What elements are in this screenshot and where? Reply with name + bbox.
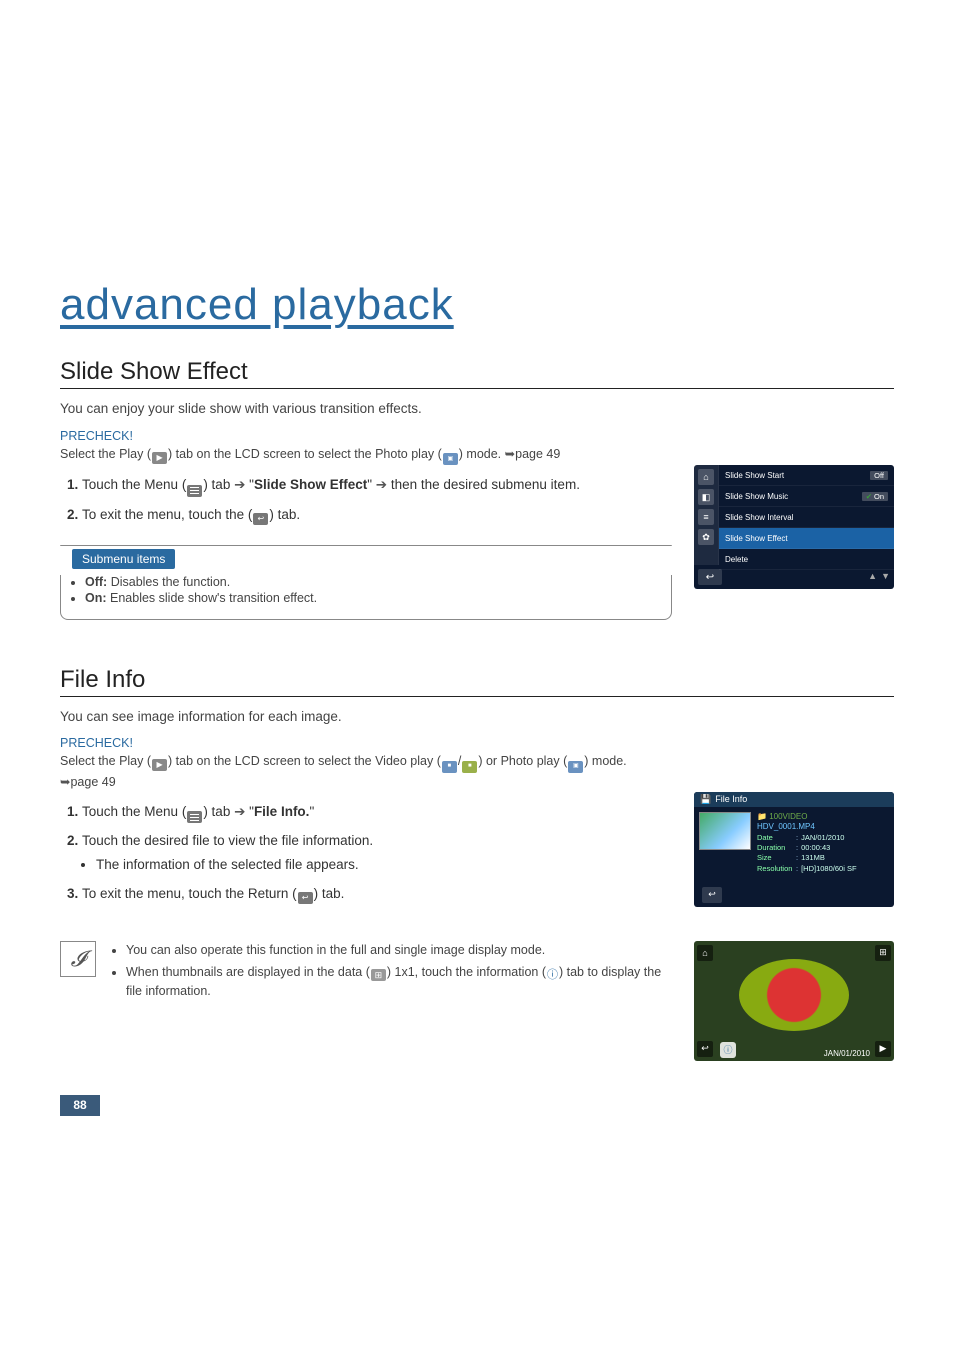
- intro-text: You can enjoy your slide show with vario…: [60, 399, 894, 419]
- return-icon: [298, 892, 313, 904]
- photo-play-icon: [443, 453, 458, 465]
- menu-icon: [187, 811, 202, 823]
- precheck-text-2: Select the Play (▶) tab on the LCD scree…: [60, 752, 894, 791]
- play-icon: ▶: [152, 452, 167, 464]
- submenu-heading: Submenu items: [72, 549, 175, 569]
- menu-icon: [187, 485, 202, 497]
- submenu-box: Submenu items Off: Disables the function…: [60, 535, 672, 620]
- info-icon: [547, 970, 558, 982]
- card-icon: 💾: [700, 794, 711, 805]
- data-grid-icon: [371, 969, 386, 981]
- video-play-sd-icon: [462, 761, 477, 773]
- home-icon: ⌂: [698, 469, 714, 485]
- precheck-label: PRECHECK!: [60, 429, 894, 443]
- steps-list-1: Touch the Menu () tab ➔ "Slide Show Effe…: [60, 475, 672, 525]
- lcd-return-icon: ↩: [698, 569, 722, 585]
- lcd-photo-preview: ⌂ ↩ ⊞ ▶ ⓘ JAN/01/2010: [694, 941, 894, 1061]
- photo-play-icon: [568, 761, 583, 773]
- folder-icon: 📁: [757, 812, 767, 821]
- note-icon: 𝓘: [60, 941, 96, 977]
- play-icon: ▶: [152, 759, 167, 771]
- precheck-label-2: PRECHECK!: [60, 736, 894, 750]
- info-icon: ⓘ: [720, 1042, 736, 1058]
- file-thumbnail: [699, 812, 751, 850]
- gear-icon: ✿: [698, 529, 714, 545]
- section-heading-file-info: File Info: [60, 666, 894, 697]
- note-text: You can also operate this function in th…: [110, 941, 680, 1004]
- mode-icon: ◧: [698, 489, 714, 505]
- grid-icon: ⊞: [875, 945, 891, 961]
- lcd-return-icon: ↩: [702, 887, 722, 903]
- return-icon: [253, 513, 268, 525]
- page-title: advanced playback: [60, 280, 894, 330]
- precheck-text-1: Select the Play (▶) tab on the LCD scree…: [60, 445, 894, 466]
- video-play-hd-icon: [442, 761, 457, 773]
- list-icon: ≡: [698, 509, 714, 525]
- intro-text-2: You can see image information for each i…: [60, 707, 894, 727]
- return-icon: ↩: [697, 1041, 713, 1057]
- lcd-slide-show-menu: ⌂ ◧ ≡ ✿ Slide Show StartOff Slide Show M…: [694, 465, 894, 589]
- lcd-file-info: 💾File Info 📁 100VIDEOHDV_0001.MP4 Date:J…: [694, 792, 894, 907]
- home-icon: ⌂: [697, 945, 713, 961]
- page-number: 88: [60, 1095, 100, 1116]
- section-heading-slide-show-effect: Slide Show Effect: [60, 358, 894, 389]
- steps-list-2: Touch the Menu () tab ➔ "File Info." Tou…: [60, 802, 672, 904]
